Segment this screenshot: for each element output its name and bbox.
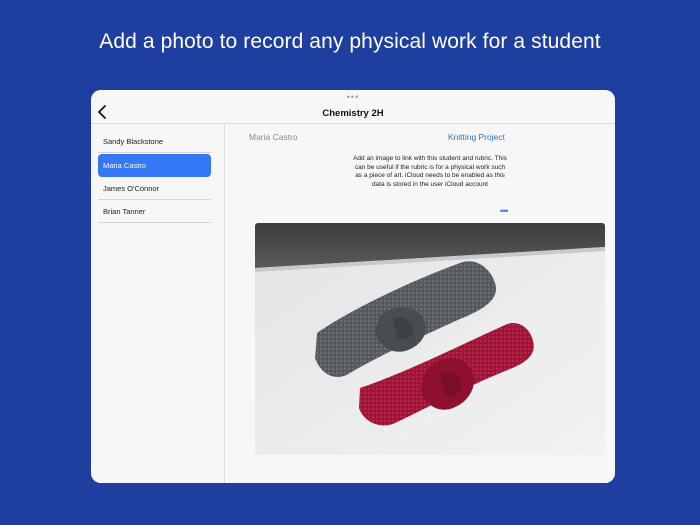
ellipsis-icon[interactable]: •••	[500, 207, 508, 216]
sidebar-item-label: Maria Castro	[103, 161, 146, 170]
project-link[interactable]: Knitting Project	[448, 132, 505, 142]
student-name: Maria Castro	[249, 132, 298, 142]
headline: Add a photo to record any physical work …	[99, 30, 601, 53]
sidebar-item-label: Brian Tanner	[103, 207, 146, 216]
nav-title: Chemistry 2H	[322, 108, 384, 119]
detail-pane: Maria Castro Knitting Project Add an ima…	[226, 124, 615, 483]
knitted-headbands-photo[interactable]	[255, 223, 605, 455]
sidebar-item-maria-castro[interactable]: Maria Castro	[98, 154, 211, 177]
student-sidebar: Sandy Blackstone Maria Castro James O'Co…	[91, 124, 225, 483]
sidebar-item-label: Sandy Blackstone	[103, 137, 164, 146]
sidebar-item-sandy-blackstone[interactable]: Sandy Blackstone	[98, 130, 211, 153]
description-text: Add an image to link with this student a…	[353, 155, 507, 188]
app-window: ••• Chemistry 2H Sandy Blackstone Maria …	[91, 90, 615, 483]
sidebar-item-label: James O'Connor	[103, 184, 160, 193]
sidebar-item-james-oconnor[interactable]: James O'Connor	[98, 177, 211, 200]
window-grabber[interactable]: •••	[91, 93, 615, 102]
sidebar-item-brian-tanner[interactable]: Brian Tanner	[98, 200, 211, 223]
navigation-bar: ••• Chemistry 2H	[91, 90, 615, 124]
